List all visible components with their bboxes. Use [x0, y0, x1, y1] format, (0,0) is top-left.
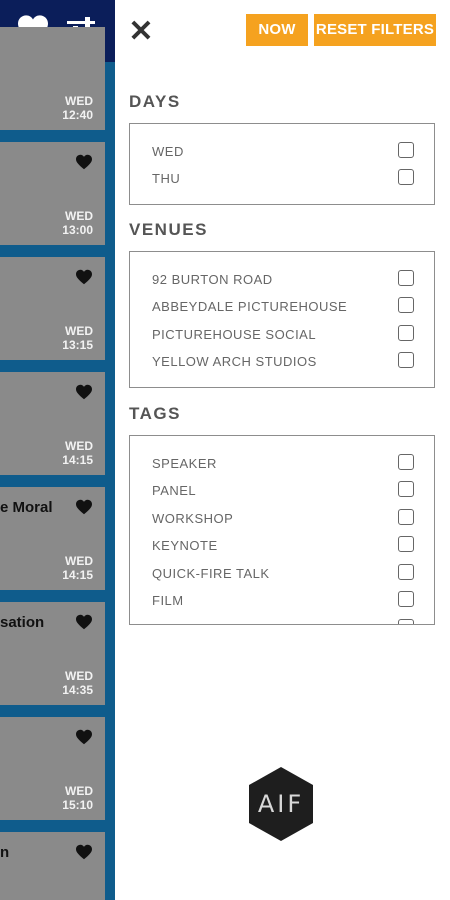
heart-icon[interactable]	[75, 384, 93, 400]
event-title: e Moral	[0, 499, 53, 516]
event-list-background: WED 12:40 WED 13:00 WED 13:15 WED 14:15 …	[0, 0, 115, 900]
event-card[interactable]: n	[0, 832, 105, 900]
filter-option-label: 92 BURTON ROAD	[152, 272, 273, 287]
days-filter-box: WED THU	[129, 123, 435, 205]
event-card[interactable]: WED 14:15	[0, 372, 105, 475]
event-time: 13:15	[62, 338, 93, 352]
checkbox[interactable]	[398, 297, 414, 313]
filter-option-abbeydale-picturehouse[interactable]: ABBEYDALE PICTUREHOUSE	[152, 297, 414, 317]
aif-logo: AIF	[248, 766, 314, 842]
filter-option-yellow-arch-studios[interactable]: YELLOW ARCH STUDIOS	[152, 352, 414, 372]
event-time: 14:15	[62, 568, 93, 582]
heart-icon[interactable]	[75, 614, 93, 630]
filter-option-film[interactable]: FILM	[152, 591, 414, 611]
heart-icon[interactable]	[75, 499, 93, 515]
event-time: 13:00	[62, 223, 93, 237]
checkbox[interactable]	[398, 481, 414, 497]
filter-option-speaker[interactable]: SPEAKER	[152, 454, 414, 474]
checkbox[interactable]	[398, 509, 414, 525]
event-day: WED	[65, 669, 93, 683]
filter-option-thu[interactable]: THU	[152, 169, 414, 189]
filter-option-label: WED	[152, 144, 184, 159]
filter-option-label: SPEAKER	[152, 456, 217, 471]
checkbox[interactable]	[398, 325, 414, 341]
filter-option-partial[interactable]	[152, 619, 414, 624]
checkbox[interactable]	[398, 142, 414, 158]
filter-option-label: ABBEYDALE PICTUREHOUSE	[152, 299, 348, 314]
checkbox[interactable]	[398, 169, 414, 185]
event-time: 14:15	[62, 453, 93, 467]
heart-icon[interactable]	[75, 844, 93, 860]
event-card[interactable]: e Moral WED 14:15	[0, 487, 105, 590]
checkbox[interactable]	[398, 270, 414, 286]
filter-option-workshop[interactable]: WORKSHOP	[152, 509, 414, 529]
checkbox[interactable]	[398, 536, 414, 552]
filter-option-label: WORKSHOP	[152, 511, 234, 526]
heart-icon[interactable]	[75, 269, 93, 285]
event-day: WED	[65, 439, 93, 453]
event-time: 15:10	[62, 798, 93, 812]
heart-icon[interactable]	[75, 154, 93, 170]
filter-option-label: QUICK-FIRE TALK	[152, 566, 270, 581]
filter-option-panel[interactable]: PANEL	[152, 481, 414, 501]
heart-icon[interactable]	[75, 729, 93, 745]
filter-option-label: FILM	[152, 593, 184, 608]
venues-filter-box: 92 BURTON ROAD ABBEYDALE PICTUREHOUSE PI…	[129, 251, 435, 388]
event-card[interactable]: WED 15:10	[0, 717, 105, 820]
section-title-tags: TAGS	[129, 404, 181, 423]
checkbox[interactable]	[398, 619, 414, 624]
close-icon[interactable]: ✕	[127, 17, 155, 47]
section-title-venues: VENUES	[129, 220, 208, 239]
filter-option-label: KEYNOTE	[152, 538, 218, 553]
checkbox[interactable]	[398, 591, 414, 607]
event-card[interactable]: WED 12:40	[0, 27, 105, 130]
event-card[interactable]: sation WED 14:35	[0, 602, 105, 705]
filter-option-wed[interactable]: WED	[152, 142, 414, 162]
event-day: WED	[65, 554, 93, 568]
logo-text: AIF	[257, 790, 305, 818]
event-time: 14:35	[62, 683, 93, 697]
event-title: n	[0, 844, 10, 861]
filter-option-label: THU	[152, 171, 181, 186]
event-day: WED	[65, 209, 93, 223]
checkbox[interactable]	[398, 352, 414, 368]
event-day: WED	[65, 784, 93, 798]
filter-option-picturehouse-social[interactable]: PICTUREHOUSE SOCIAL	[152, 325, 414, 345]
checkbox[interactable]	[398, 564, 414, 580]
filter-option-92-burton-road[interactable]: 92 BURTON ROAD	[152, 270, 414, 290]
filter-option-label: PANEL	[152, 483, 197, 498]
checkbox[interactable]	[398, 454, 414, 470]
event-card[interactable]: WED 13:15	[0, 257, 105, 360]
reset-filters-button[interactable]: RESET FILTERS	[314, 14, 436, 46]
event-card[interactable]: WED 13:00	[0, 142, 105, 245]
now-button[interactable]: NOW	[246, 14, 308, 46]
filter-option-label: YELLOW ARCH STUDIOS	[152, 354, 317, 369]
event-title: sation	[0, 614, 45, 631]
filter-option-label: PICTUREHOUSE SOCIAL	[152, 327, 317, 342]
filter-panel: ✕ NOW RESET FILTERS DAYS WED THU VENUES …	[115, 0, 450, 900]
tags-filter-box[interactable]: SPEAKER PANEL WORKSHOP KEYNOTE QUICK-FIR…	[129, 435, 435, 625]
section-title-days: DAYS	[129, 92, 181, 111]
event-time: 12:40	[62, 108, 93, 122]
event-day: WED	[65, 94, 93, 108]
event-day: WED	[65, 324, 93, 338]
filter-option-quick-fire-talk[interactable]: QUICK-FIRE TALK	[152, 564, 414, 584]
filter-option-keynote[interactable]: KEYNOTE	[152, 536, 414, 556]
